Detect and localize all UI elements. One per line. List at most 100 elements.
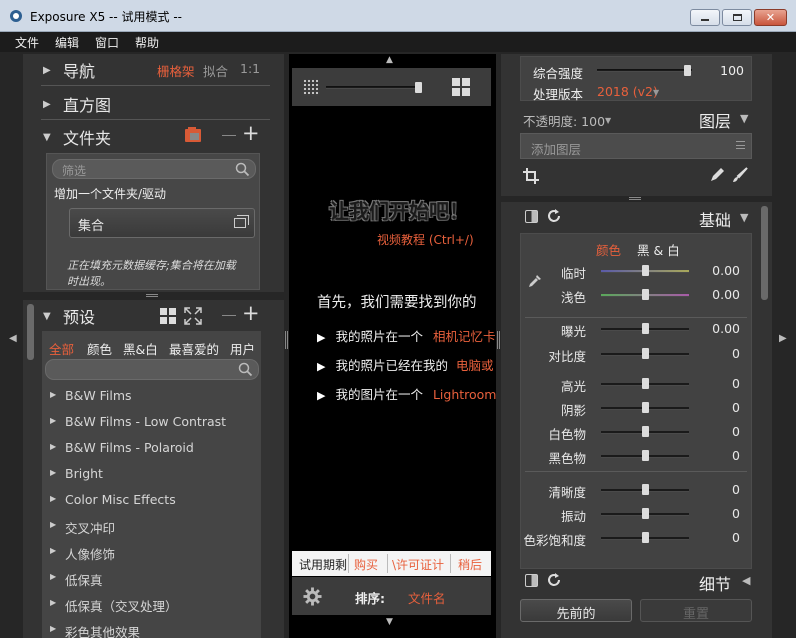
adjust-slider[interactable]	[601, 323, 689, 334]
plus-icon[interactable]: +	[242, 121, 260, 145]
reset-button[interactable]: 重置	[640, 599, 752, 622]
option-lightroom[interactable]: ▶ 我的图片在一个 Lightroom|	[317, 384, 496, 403]
video-tutorial-link[interactable]: 视频教程 (Ctrl+/)	[377, 231, 474, 248]
folder-filter-input[interactable]: 筛选	[52, 159, 256, 179]
small-grid-icon[interactable]	[303, 79, 320, 96]
buy-link[interactable]: 购买	[354, 556, 378, 573]
preset-tab-user[interactable]: 用户	[230, 339, 255, 358]
maximize-button[interactable]	[722, 9, 752, 26]
folders-header[interactable]: ▼ 文件夹 +	[23, 121, 284, 150]
preset-item[interactable]: Bright	[50, 466, 103, 481]
large-grid-icon[interactable]	[452, 78, 470, 96]
slider-knob[interactable]	[642, 348, 649, 359]
slider-knob[interactable]	[415, 82, 422, 93]
adjust-slider[interactable]	[601, 402, 689, 413]
preset-search-input[interactable]	[45, 359, 259, 380]
preset-tab-bw[interactable]: 黑&白	[123, 339, 158, 358]
pen-icon[interactable]	[709, 167, 725, 183]
preset-item[interactable]: Color Misc Effects	[50, 492, 176, 507]
adjust-slider[interactable]	[601, 348, 689, 359]
minus-icon[interactable]	[222, 315, 236, 316]
adjust-slider[interactable]	[601, 532, 689, 543]
collapse-arrow-icon[interactable]: ▼	[740, 112, 748, 125]
preset-tab-all[interactable]: 全部	[49, 339, 74, 358]
before-after-toggle-icon[interactable]	[525, 210, 538, 223]
preset-item[interactable]: B&W Films	[50, 388, 132, 403]
brush-icon[interactable]	[732, 167, 748, 183]
preset-item[interactable]: 交叉冲印	[50, 518, 115, 537]
option-link[interactable]: 相机记忆卡	[433, 329, 496, 344]
slider-knob[interactable]	[642, 289, 649, 300]
menu-edit[interactable]: 编辑	[55, 34, 79, 51]
add-folder-icon[interactable]	[185, 127, 201, 142]
menu-file[interactable]: 文件	[15, 34, 39, 51]
menu-window[interactable]: 窗口	[95, 34, 119, 51]
add-folder-link[interactable]: 增加一个文件夹/驱动	[54, 185, 166, 202]
right-collapse-arrow[interactable]: ▶	[779, 333, 787, 344]
gear-icon[interactable]	[303, 587, 322, 606]
slider-knob[interactable]	[684, 65, 691, 76]
adjust-slider[interactable]	[601, 450, 689, 461]
slider-knob[interactable]	[642, 508, 649, 519]
slider-knob[interactable]	[642, 265, 649, 276]
resize-grip[interactable]	[146, 294, 158, 297]
basic-scrollbar[interactable]	[761, 206, 768, 300]
top-panel-arrow[interactable]: ▲	[386, 55, 393, 65]
view-filmstrip-tab[interactable]: 栅格架	[157, 61, 195, 80]
option-link[interactable]: Lightroom|	[433, 387, 496, 402]
view-1to1-tab[interactable]: 1:1	[240, 61, 260, 76]
preset-tab-favorites[interactable]: 最喜爱的	[169, 339, 219, 358]
adjust-slider[interactable]	[601, 484, 689, 495]
slider-knob[interactable]	[642, 378, 649, 389]
bottom-panel-arrow[interactable]: ▼	[386, 617, 393, 627]
preset-item[interactable]: 彩色其他效果	[50, 622, 140, 638]
nav-header[interactable]: ▶ 导航 栅格架 拟合 1:1	[23, 55, 284, 83]
histogram-header[interactable]: ▶ 直方图	[23, 89, 284, 117]
slider-knob[interactable]	[642, 532, 649, 543]
thumbnail-size-slider[interactable]	[326, 82, 422, 93]
minus-icon[interactable]	[222, 135, 236, 136]
option-camera-card[interactable]: ▶ 我的照片在一个 相机记忆卡	[317, 326, 495, 345]
adjust-slider[interactable]	[601, 265, 689, 276]
option-link[interactable]: 电脑或	[456, 358, 494, 373]
collection-button[interactable]: 集合	[69, 208, 255, 238]
close-button[interactable]: ✕	[754, 9, 787, 26]
plus-icon[interactable]: +	[242, 301, 260, 325]
expand-arrow-icon[interactable]: ◀	[742, 574, 750, 587]
opacity-dropdown[interactable]: 不透明度: 100	[523, 111, 605, 130]
presets-header[interactable]: ▼ 预设 +	[23, 301, 284, 329]
process-version-dropdown[interactable]: 2018 (v2)	[597, 84, 658, 99]
minimize-button[interactable]	[690, 9, 720, 26]
right-splitter[interactable]	[497, 331, 500, 349]
adjust-slider[interactable]	[601, 289, 689, 300]
slider-knob[interactable]	[642, 402, 649, 413]
fullscreen-icon[interactable]	[184, 307, 202, 325]
preset-item[interactable]: 人像修饰	[50, 544, 115, 563]
preset-item[interactable]: 低保真（交叉处理）	[50, 596, 178, 615]
left-collapse-arrow[interactable]: ◀	[9, 333, 17, 344]
view-fit-tab[interactable]: 拟合	[203, 61, 228, 80]
crop-icon[interactable]	[523, 168, 539, 184]
tab-bw[interactable]: 黑 & 白	[637, 240, 680, 259]
license-link[interactable]: \许可证计	[392, 556, 444, 573]
tab-color[interactable]: 颜色	[596, 240, 621, 259]
option-computer[interactable]: ▶ 我的照片已经在我的 电脑或	[317, 355, 493, 374]
later-link[interactable]: 稍后	[458, 556, 482, 573]
adjust-slider[interactable]	[601, 508, 689, 519]
before-after-toggle-icon[interactable]	[525, 574, 538, 587]
slider-knob[interactable]	[642, 484, 649, 495]
sort-dropdown[interactable]: 文件名	[408, 588, 446, 607]
resize-grip[interactable]	[629, 197, 641, 200]
adjust-slider[interactable]	[601, 378, 689, 389]
slider-knob[interactable]	[642, 450, 649, 461]
add-layer-field[interactable]: 添加图层	[520, 133, 752, 159]
overall-strength-slider[interactable]	[597, 65, 692, 76]
grid-view-icon[interactable]	[160, 308, 176, 324]
reset-icon[interactable]	[546, 208, 562, 224]
preset-item[interactable]: B&W Films - Polaroid	[50, 440, 194, 455]
preset-item[interactable]: B&W Films - Low Contrast	[50, 414, 226, 429]
slider-knob[interactable]	[642, 323, 649, 334]
slider-knob[interactable]	[642, 426, 649, 437]
preset-item[interactable]: 低保真	[50, 570, 103, 589]
menu-help[interactable]: 帮助	[135, 34, 159, 51]
